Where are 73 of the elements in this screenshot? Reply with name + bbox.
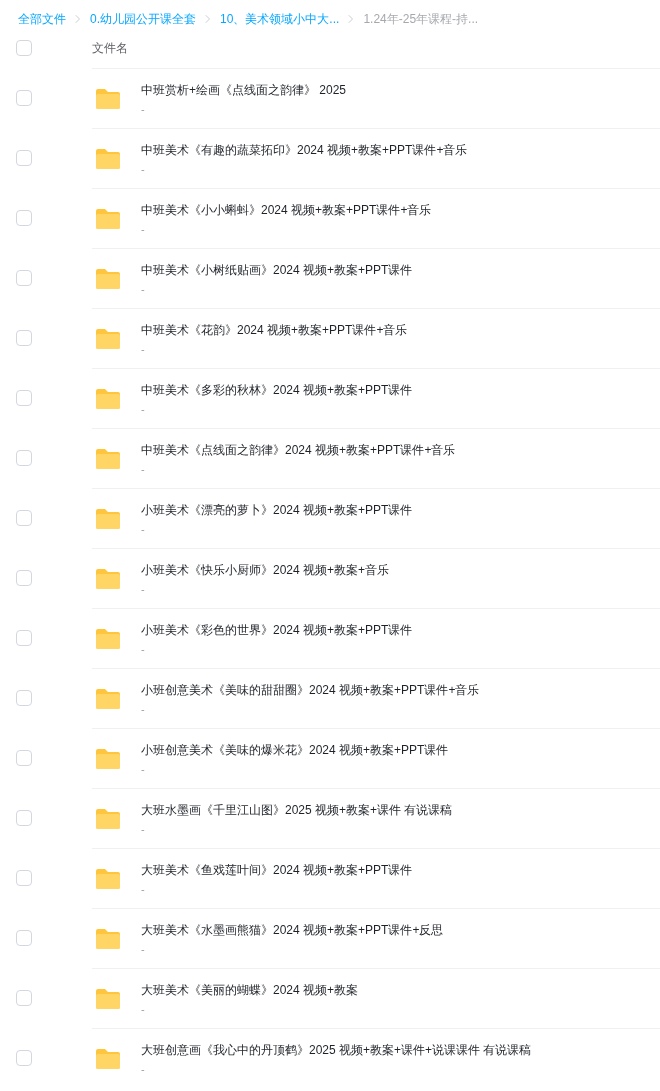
file-name[interactable]: 中班美术《点线面之韵律》2024 视频+教案+PPT课件+音乐 xyxy=(141,441,456,458)
chevron-right-icon xyxy=(348,14,355,24)
file-name[interactable]: 大班美术《水墨画熊猫》2024 视频+教案+PPT课件+反思 xyxy=(141,921,444,938)
checkbox[interactable] xyxy=(16,390,32,406)
file-name[interactable]: 小班美术《漂亮的萝卜》2024 视频+教案+PPT课件 xyxy=(141,501,413,518)
checkbox[interactable] xyxy=(16,570,32,586)
file-detail: - xyxy=(141,701,145,716)
folder-icon xyxy=(95,627,121,650)
file-detail: - xyxy=(141,1061,145,1076)
folder-icon xyxy=(95,567,121,590)
folder-icon xyxy=(95,1047,121,1070)
folder-icon xyxy=(95,807,121,830)
file-name[interactable]: 中班美术《有趣的蔬菜拓印》2024 视频+教案+PPT课件+音乐 xyxy=(141,141,468,158)
checkbox[interactable] xyxy=(16,90,32,106)
file-name[interactable]: 中班美术《小树纸贴画》2024 视频+教案+PPT课件 xyxy=(141,261,413,278)
folder-icon xyxy=(95,927,121,950)
file-detail: - xyxy=(141,341,145,356)
folder-icon xyxy=(95,207,121,230)
checkbox[interactable] xyxy=(16,330,32,346)
file-name[interactable]: 中班赏析+绘画《点线面之韵律》 2025 xyxy=(141,81,347,98)
file-detail: - xyxy=(141,761,145,776)
folder-icon xyxy=(95,687,121,710)
folder-icon xyxy=(95,327,121,350)
file-detail: - xyxy=(141,101,145,116)
file-name[interactable]: 小班创意美术《美味的甜甜圈》2024 视频+教案+PPT课件+音乐 xyxy=(141,681,480,698)
file-detail: - xyxy=(141,461,145,476)
checkbox[interactable] xyxy=(16,40,32,56)
checkbox[interactable] xyxy=(16,150,32,166)
checkbox[interactable] xyxy=(16,450,32,466)
checkbox[interactable] xyxy=(16,510,32,526)
checkbox[interactable] xyxy=(16,810,32,826)
file-name[interactable]: 大班美术《鱼戏莲叶间》2024 视频+教案+PPT课件 xyxy=(141,861,413,878)
file-detail: - xyxy=(141,281,145,296)
file-name[interactable]: 小班美术《彩色的世界》2024 视频+教案+PPT课件 xyxy=(141,621,413,638)
column-header: 文件名 xyxy=(92,40,128,57)
file-name[interactable]: 大班创意画《我心中的丹顶鹤》2025 视频+教案+课件+说课课件 有说课稿 xyxy=(141,1041,532,1058)
file-detail: - xyxy=(141,941,145,956)
chevron-right-icon xyxy=(205,14,211,24)
checkbox[interactable] xyxy=(16,930,32,946)
checkbox[interactable] xyxy=(16,270,32,286)
folder-icon xyxy=(95,147,121,170)
folder-icon xyxy=(95,507,121,530)
checkbox[interactable] xyxy=(16,630,32,646)
checkbox[interactable] xyxy=(16,210,32,226)
file-detail: - xyxy=(141,1001,145,1016)
file-detail: - xyxy=(141,401,145,416)
file-detail: - xyxy=(141,821,145,836)
folder-icon xyxy=(95,747,121,770)
file-name[interactable]: 中班美术《花韵》2024 视频+教案+PPT课件+音乐 xyxy=(141,321,408,338)
folder-icon xyxy=(95,867,121,890)
file-detail: - xyxy=(141,521,145,536)
file-detail: - xyxy=(141,221,145,236)
checkbox[interactable] xyxy=(16,1050,32,1066)
file-detail: - xyxy=(141,161,145,176)
chevron-right-icon xyxy=(75,14,81,24)
file-detail: - xyxy=(141,581,145,596)
checkbox[interactable] xyxy=(16,870,32,886)
file-name[interactable]: 小班美术《快乐小厨师》2024 视频+教案+音乐 xyxy=(141,561,390,578)
checkbox[interactable] xyxy=(16,690,32,706)
file-detail: - xyxy=(141,881,145,896)
file-name[interactable]: 小班创意美术《美味的爆米花》2024 视频+教案+PPT课件 xyxy=(141,741,449,758)
file-name[interactable]: 中班美术《小小蝌蚪》2024 视频+教案+PPT课件+音乐 xyxy=(141,201,432,218)
file-detail: - xyxy=(141,641,145,656)
checkbox[interactable] xyxy=(16,750,32,766)
folder-icon xyxy=(95,87,121,110)
file-name[interactable]: 大班美术《美丽的蝴蝶》2024 视频+教案 xyxy=(141,981,359,998)
folder-icon xyxy=(95,447,121,470)
checkbox[interactable] xyxy=(16,990,32,1006)
folder-icon xyxy=(95,987,121,1010)
file-name[interactable]: 中班美术《多彩的秋林》2024 视频+教案+PPT课件 xyxy=(141,381,413,398)
folder-icon xyxy=(95,267,121,290)
folder-icon xyxy=(95,387,121,410)
file-name[interactable]: 大班水墨画《千里江山图》2025 视频+教案+课件 有说课稿 xyxy=(141,801,453,818)
